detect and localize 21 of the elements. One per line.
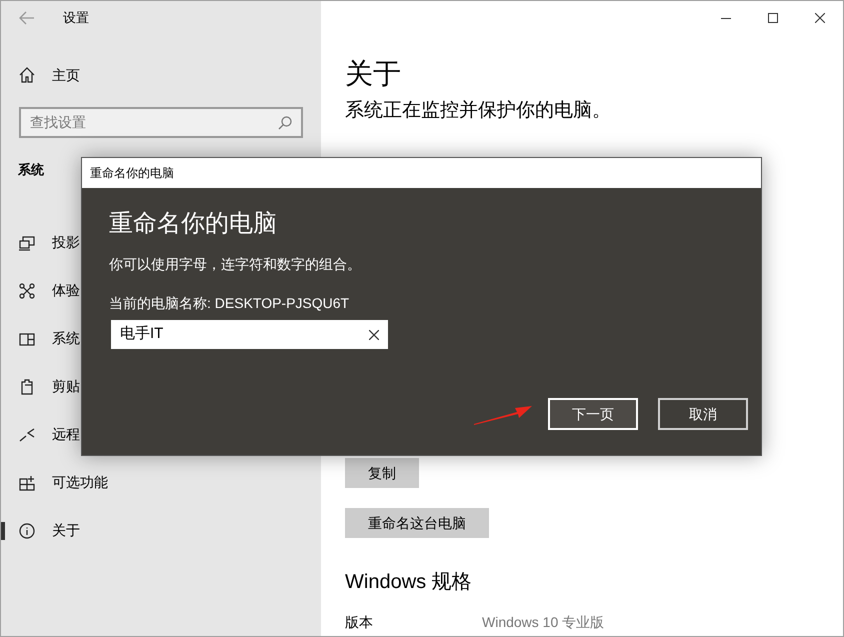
home-label: 主页 — [52, 66, 80, 84]
nav-label: 远程 — [52, 425, 80, 444]
dialog-title: 重命名你的电脑 — [90, 165, 174, 182]
dialog-description: 你可以使用字母，连字符和数字的组合。 — [109, 255, 362, 274]
dialog-heading: 重命名你的电脑 — [109, 209, 278, 239]
nav-label: 系统 — [52, 329, 80, 348]
nav-label: 投影 — [52, 233, 80, 252]
spec-value: Windows 10 专业版 — [482, 613, 604, 632]
page-subtitle: 系统正在监控并保护你的电脑。 — [345, 99, 612, 123]
name-input: 电手IT — [120, 323, 369, 346]
nav-label: 剪贴 — [52, 377, 80, 396]
nav-label: 可选功能 — [52, 473, 108, 492]
window-title: 设置 — [63, 9, 89, 28]
section-heading: Windows 规格 — [345, 570, 473, 595]
nav-label: 体验 — [52, 281, 80, 300]
nav-label: 关于 — [52, 521, 80, 540]
section-heading: 系统 — [18, 161, 44, 179]
page-title: 关于 — [345, 57, 402, 91]
current-name-label: 当前的电脑名称: DESKTOP-PJSQU6T — [109, 294, 350, 313]
spec-label: 版本 — [345, 613, 374, 632]
search-input: 查找设置 — [30, 112, 278, 133]
